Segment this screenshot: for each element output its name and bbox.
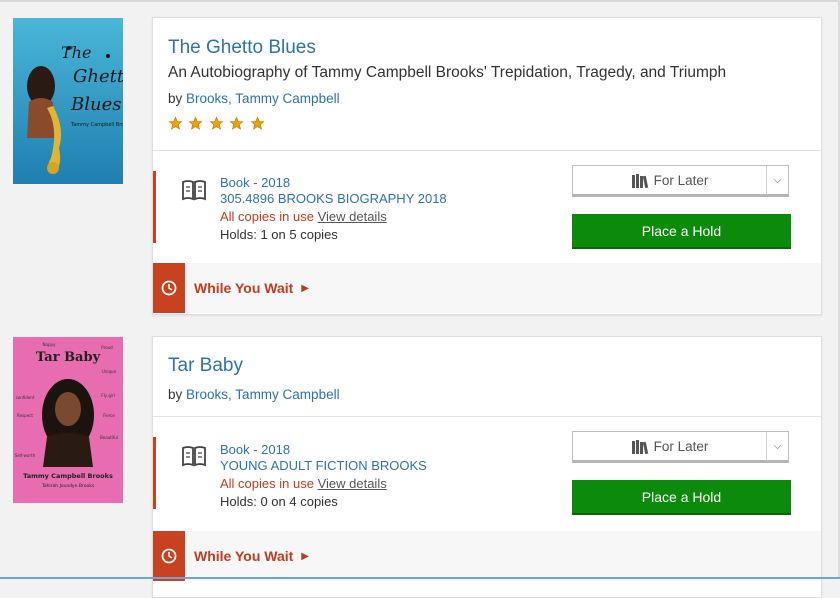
while-you-wait-link[interactable]: While You Wait ▶ (194, 263, 309, 313)
format-info: Book - 2018 YOUNG ADULT FICTION BROOKS A… (220, 442, 427, 510)
cover-word: Unique (102, 369, 117, 374)
cover-word: Proud (101, 345, 113, 350)
svg-text:Tammy Campbell Brooks: Tammy Campbell Brooks (70, 122, 123, 128)
while-you-wait-label: While You Wait (194, 548, 294, 564)
availability-section: Book - 2018 305.4896 BROOKS BIOGRAPHY 20… (153, 150, 821, 263)
author-link[interactable]: Brooks, Tammy Campbell (186, 387, 340, 402)
availability-indicator (153, 171, 156, 243)
book-format-icon (181, 179, 207, 206)
availability-status: All copies in use View details (220, 476, 427, 492)
while-you-wait-bar[interactable]: While You Wait ▶ (153, 263, 821, 313)
format-info: Book - 2018 305.4896 BROOKS BIOGRAPHY 20… (220, 175, 447, 243)
view-details-link[interactable]: View details (318, 476, 387, 491)
for-later-label: For Later (653, 439, 709, 454)
chevron-down-icon[interactable]: ⌵ (767, 432, 788, 461)
record-card-tar-baby: Tar Baby by Brooks, Tammy Campbell Book … (152, 336, 822, 598)
cover-word: Fly girl (101, 393, 114, 398)
cover-author: Tammy Campbell Brooks (23, 472, 113, 480)
for-later-main[interactable]: For Later (573, 166, 766, 195)
chevron-down-icon[interactable]: ⌵ (767, 166, 788, 195)
triangle-right-icon: ▶ (301, 282, 309, 294)
availability-status: All copies in use View details (220, 209, 447, 225)
by-label: by (168, 387, 183, 402)
format-link[interactable]: Book - 2018 (220, 442, 427, 458)
record-card-ghetto-blues: The Ghetto Blues An Autobiography of Tam… (152, 17, 822, 315)
book-cover-ghetto-blues[interactable]: The Ghetto Blues Tammy Campbell Brooks (13, 18, 123, 184)
star-icon (250, 116, 265, 131)
status-text: All copies in use (220, 209, 314, 224)
triangle-right-icon: ▶ (301, 550, 309, 562)
cover-word: Beautiful (100, 435, 118, 440)
cover-word: Respect (17, 413, 33, 418)
cover-title: Tar Baby (36, 350, 101, 365)
cover-word: Self-worth (15, 453, 36, 458)
for-later-main[interactable]: For Later (573, 432, 766, 461)
svg-text:Blues: Blues (70, 94, 121, 115)
book-format-icon (181, 445, 207, 472)
for-later-label: For Later (653, 173, 709, 188)
record-title[interactable]: Tar Baby (168, 355, 806, 377)
call-number[interactable]: YOUNG ADULT FICTION BROOKS (220, 458, 427, 474)
place-hold-button[interactable]: Place a Hold (572, 214, 791, 249)
star-icon (209, 116, 224, 131)
star-icon (229, 116, 244, 131)
holds-count: Holds: 0 on 4 copies (220, 494, 338, 509)
star-icon (188, 116, 204, 131)
star-icon (168, 116, 183, 131)
by-label: by (168, 91, 183, 106)
author-link[interactable]: Brooks, Tammy Campbell (186, 91, 340, 106)
availability-section: Book - 2018 YOUNG ADULT FICTION BROOKS A… (153, 416, 821, 530)
clock-icon (153, 531, 185, 581)
rating-stars[interactable] (168, 116, 806, 132)
author-line: by Brooks, Tammy Campbell (168, 386, 806, 404)
while-you-wait-link[interactable]: While You Wait ▶ (194, 531, 309, 581)
top-border (0, 0, 840, 2)
format-link[interactable]: Book - 2018 (220, 175, 447, 191)
book-cover-tar-baby[interactable]: Tar Baby Nappy Proud Unique Fly girl Fie… (13, 337, 123, 503)
record-title[interactable]: The Ghetto Blues (168, 37, 806, 59)
svg-text:Ghetto: Ghetto (73, 66, 123, 87)
availability-indicator (153, 437, 156, 509)
status-text: All copies in use (220, 476, 314, 491)
svg-text:The: The (61, 43, 91, 62)
holds-count: Holds: 1 on 5 copies (220, 227, 338, 242)
while-you-wait-bar[interactable]: While You Wait ▶ (153, 531, 821, 581)
place-hold-button[interactable]: Place a Hold (572, 480, 791, 515)
record-subtitle: An Autobiography of Tammy Campbell Brook… (168, 64, 727, 81)
while-you-wait-label: While You Wait (194, 280, 294, 296)
cover-word: Nappy (43, 342, 57, 347)
shelf-icon (631, 173, 648, 188)
clock-icon (153, 263, 185, 313)
shelf-icon (631, 439, 648, 454)
for-later-button[interactable]: For Later ⌵ (572, 431, 789, 463)
cover-word: Fierce (103, 413, 115, 418)
cover-word: confident (16, 395, 35, 400)
call-number[interactable]: 305.4896 BROOKS BIOGRAPHY 2018 (220, 191, 447, 207)
author-line: by Brooks, Tammy Campbell (168, 90, 806, 108)
view-details-link[interactable]: View details (318, 209, 387, 224)
cover-illustrator: Tahirah Jovadyn Brooks (41, 483, 95, 489)
for-later-button[interactable]: For Later ⌵ (572, 165, 789, 197)
